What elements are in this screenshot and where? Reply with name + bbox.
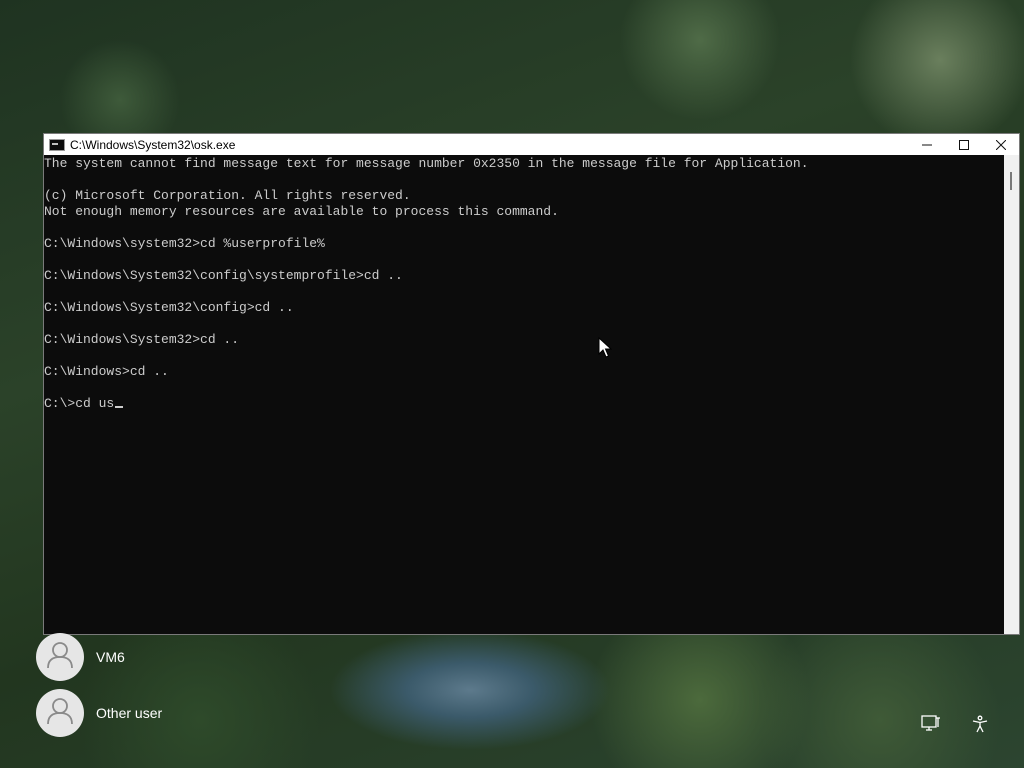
console-current-input[interactable]: C:\>cd us [44,396,114,411]
avatar [36,689,84,737]
close-icon [995,139,1006,150]
console-line: The system cannot find message text for … [44,156,809,171]
console-line: Not enough memory resources are availabl… [44,204,559,219]
window-controls [908,134,1019,155]
network-icon [921,714,941,738]
title-bar[interactable]: C:\Windows\System32\osk.exe [44,134,1019,155]
network-button[interactable] [921,714,941,738]
user-name: VM6 [96,649,125,665]
user-avatar-icon [47,641,73,674]
user-tile-vm6[interactable]: VM6 [36,633,125,681]
maximize-button[interactable] [945,134,982,155]
maximize-icon [958,139,969,150]
close-button[interactable] [982,134,1019,155]
console-line: (c) Microsoft Corporation. All rights re… [44,188,411,203]
accessibility-button[interactable] [970,715,990,738]
mouse-pointer-icon [598,336,613,364]
user-name: Other user [96,705,163,721]
console-line: C:\Windows\System32\config>cd .. [44,300,294,315]
console-line: C:\Windows>cd .. [44,364,169,379]
avatar [36,633,84,681]
user-tile-other-user[interactable]: Other user [36,689,162,737]
console-window[interactable]: C:\Windows\System32\osk.exe The system c… [43,133,1020,635]
console-app-icon [49,138,65,151]
window-title: C:\Windows\System32\osk.exe [70,137,236,152]
minimize-button[interactable] [908,134,945,155]
console-line: C:\Windows\system32>cd %userprofile% [44,236,325,251]
console-output[interactable]: The system cannot find message text for … [44,155,1004,634]
accessibility-icon [971,715,989,738]
vertical-scrollbar[interactable] [1004,155,1019,634]
console-line: C:\Windows\System32\config\systemprofile… [44,268,403,283]
minimize-icon [921,140,932,150]
user-avatar-icon [47,697,73,730]
console-line: C:\Windows\System32>cd .. [44,332,240,347]
console-input-line[interactable]: C:\>cd us [44,396,1004,412]
scrollbar-thumb[interactable] [1010,172,1012,190]
text-cursor [115,406,124,408]
